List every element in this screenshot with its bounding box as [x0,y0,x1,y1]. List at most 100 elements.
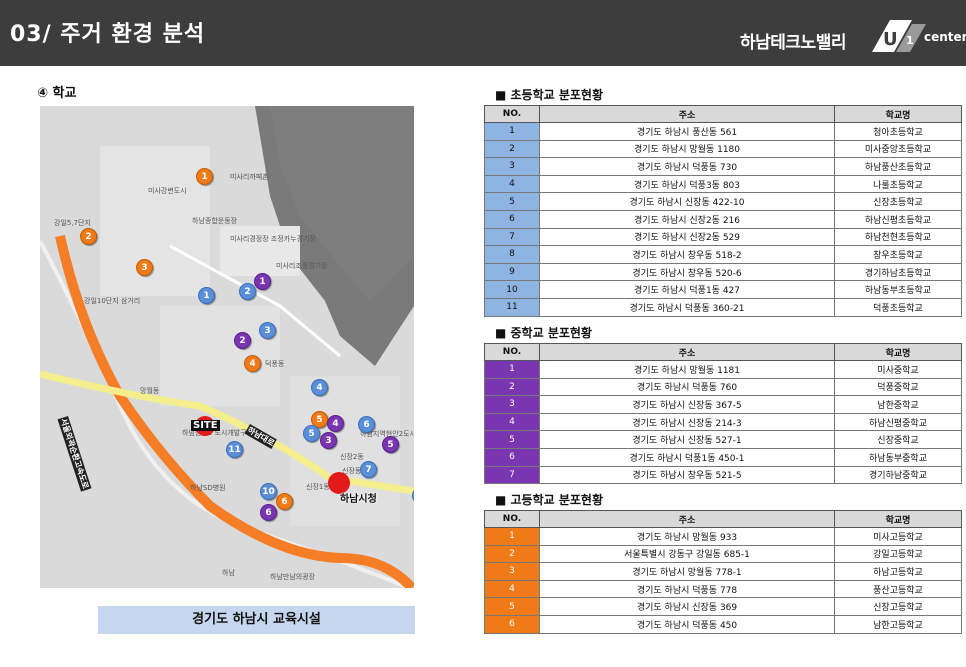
map-marker-elementary-5[interactable]: 5 [303,425,320,442]
map-label: 미사리조정경기장 [276,262,328,270]
cell-address: 서울특별시 강동구 강일동 685-1 [539,544,835,564]
cell-school-name: 나룰초등학교 [834,174,962,194]
table-row: 10 경기도 하남시 덕풍1동 427 하남동부초등학교 [484,280,962,299]
table-row: 1 경기도 하남시 망월동 1181 미사중학교 [484,360,962,379]
table-header: NO. [484,343,540,361]
table-row: 5 경기도 하남시 신장동 369 신장고등학교 [484,597,962,616]
cell-school-name: 신장중학교 [834,430,962,449]
cell-school-name: 신장고등학교 [834,597,962,616]
table-row: 8 경기도 하남시 창우동 518-2 창우초등학교 [484,245,962,264]
table-row: 6 경기도 하남시 덕풍1동 450-1 하남동부중학교 [484,447,962,467]
elementary-section-title: ■ 초등학교 분포현황 [495,88,604,102]
cell-no: 2 [484,377,540,397]
cell-school-name: 청아초등학교 [834,122,962,141]
table-row: 6 경기도 하남시 덕풍동 450 남한고등학교 [484,614,962,634]
table-row: 1 경기도 하남시 망월동 933 미사고등학교 [484,527,962,546]
map-label: 미사강변도시 [148,187,187,195]
u1-logo-icon: U 1 [872,20,926,52]
cityhall-label: 하남시청 [340,494,377,505]
cell-no: 6 [484,447,540,467]
map-marker-middle-3[interactable]: 3 [320,432,337,449]
table-row: 7 경기도 하남시 창우동 521-5 경기하남중학교 [484,465,962,485]
table-row: 7 경기도 하남시 신장2동 529 하남천현초등학교 [484,227,962,247]
cell-address: 경기도 하남시 덕풍동 778 [539,579,835,599]
cell-no: 1 [484,360,540,379]
map-marker-high-6[interactable]: 6 [276,493,293,510]
cell-school-name: 신장초등학교 [834,192,962,211]
table-row: 5 경기도 하남시 신장동 422-10 신장초등학교 [484,192,962,211]
cell-school-name: 미사중학교 [834,360,962,379]
table-row: 3 경기도 하남시 신장동 367-5 남한중학교 [484,395,962,414]
high-section-title: ■ 고등학교 분포현황 [495,493,604,507]
map-marker-elementary-6[interactable]: 6 [358,416,375,433]
brand-name: 하남테크노밸리 [740,33,846,53]
table-header: 학교명 [834,510,962,528]
map-marker-elementary-7[interactable]: 7 [360,461,377,478]
cell-no: 4 [484,579,540,599]
cell-no: 3 [484,157,540,176]
cell-no: 6 [484,209,540,229]
table-row: 2 경기도 하남시 망월동 1180 미사중앙초등학교 [484,139,962,159]
cell-address: 경기도 하남시 덕풍동 360-21 [539,297,835,317]
table-header: 학교명 [834,105,962,123]
map-marker-elementary-1[interactable]: 1 [198,287,215,304]
map-marker-high-3[interactable]: 3 [136,259,153,276]
table-header: NO. [484,510,540,528]
map-marker-middle-2[interactable]: 2 [234,332,251,349]
elementary-school-table: NO. 주소 학교명 1 경기도 하남시 풍산동 561 청아초등학교 2 경기도 하남… [484,105,962,317]
cell-school-name: 하남동부중학교 [834,447,962,467]
map-marker-middle-1[interactable]: 1 [254,273,271,290]
brand-center: center [924,30,966,44]
map-marker-elementary-4[interactable]: 4 [311,379,328,396]
cell-school-name: 풍산고등학교 [834,579,962,599]
school-map[interactable]: 미사강변도시 미사리까페촌 하남종합운동장 미사리경정장 조정카누경기장 미사리… [40,106,414,588]
cell-no: 4 [484,174,540,194]
map-marker-middle-6[interactable]: 6 [260,504,277,521]
cell-address: 경기도 하남시 덕풍1동 450-1 [539,447,835,467]
cell-address: 경기도 하남시 망월동 1180 [539,139,835,159]
cell-address: 경기도 하남시 신장동 422-10 [539,192,835,211]
brand-number: 1 [906,34,914,47]
map-marker-high-4[interactable]: 4 [244,355,261,372]
cell-address: 경기도 하남시 덕풍동 450 [539,614,835,634]
cell-school-name: 덕풍중학교 [834,377,962,397]
cell-address: 경기도 하남시 풍산동 561 [539,122,835,141]
map-label: 하남SD병원 [190,484,226,492]
cell-school-name: 하남천현초등학교 [834,227,962,247]
cell-no: 1 [484,122,540,141]
high-school-table: NO. 주소 학교명 1 경기도 하남시 망월동 933 미사고등학교 2 서울특별시 … [484,510,962,634]
cell-address: 경기도 하남시 신장2동 529 [539,227,835,247]
cell-no: 5 [484,192,540,211]
cell-address: 경기도 하남시 신장2동 216 [539,209,835,229]
map-marker-high-2[interactable]: 2 [80,228,97,245]
table-header: 주소 [539,343,835,361]
map-label: 강일10단지 삼거리 [84,297,141,305]
map-marker-middle-4[interactable]: 4 [327,415,344,432]
map-marker-elementary-11[interactable]: 11 [226,441,243,458]
map-label: 하남 [222,569,235,577]
cell-no: 11 [484,297,540,317]
map-marker-middle-5[interactable]: 5 [382,436,399,453]
cell-address: 경기도 하남시 신장동 214-3 [539,412,835,432]
map-marker-elementary-2[interactable]: 2 [239,283,256,300]
map-caption: 경기도 하남시 교육시설 [98,606,415,634]
map-marker-elementary-10[interactable]: 10 [260,483,277,500]
table-row: 4 경기도 하남시 신장동 214-3 하남신평중학교 [484,412,962,432]
cell-no: 6 [484,614,540,634]
map-label: 강일5,7단지 [54,219,91,227]
site-label: SITE [191,420,220,431]
map-marker-high-1[interactable]: 1 [196,168,213,185]
section-heading-schools: ④ 학교 [37,86,77,101]
page-title: 03/ 주거 환경 분석 [10,22,206,47]
table-row: 3 경기도 하남시 망월동 778-1 하남고등학교 [484,562,962,581]
table-row: 11 경기도 하남시 덕풍동 360-21 덕풍초등학교 [484,297,962,317]
cell-no: 3 [484,562,540,581]
cell-no: 5 [484,597,540,616]
cell-no: 5 [484,430,540,449]
cell-address: 경기도 하남시 덕풍1동 427 [539,280,835,299]
page-header: 03/ 주거 환경 분석 하남테크노밸리 U 1 center [0,0,966,66]
cell-school-name: 하남신평초등학교 [834,209,962,229]
cell-school-name: 미사중앙초등학교 [834,139,962,159]
map-marker-elementary-3[interactable]: 3 [259,322,276,339]
cell-school-name: 남한중학교 [834,395,962,414]
